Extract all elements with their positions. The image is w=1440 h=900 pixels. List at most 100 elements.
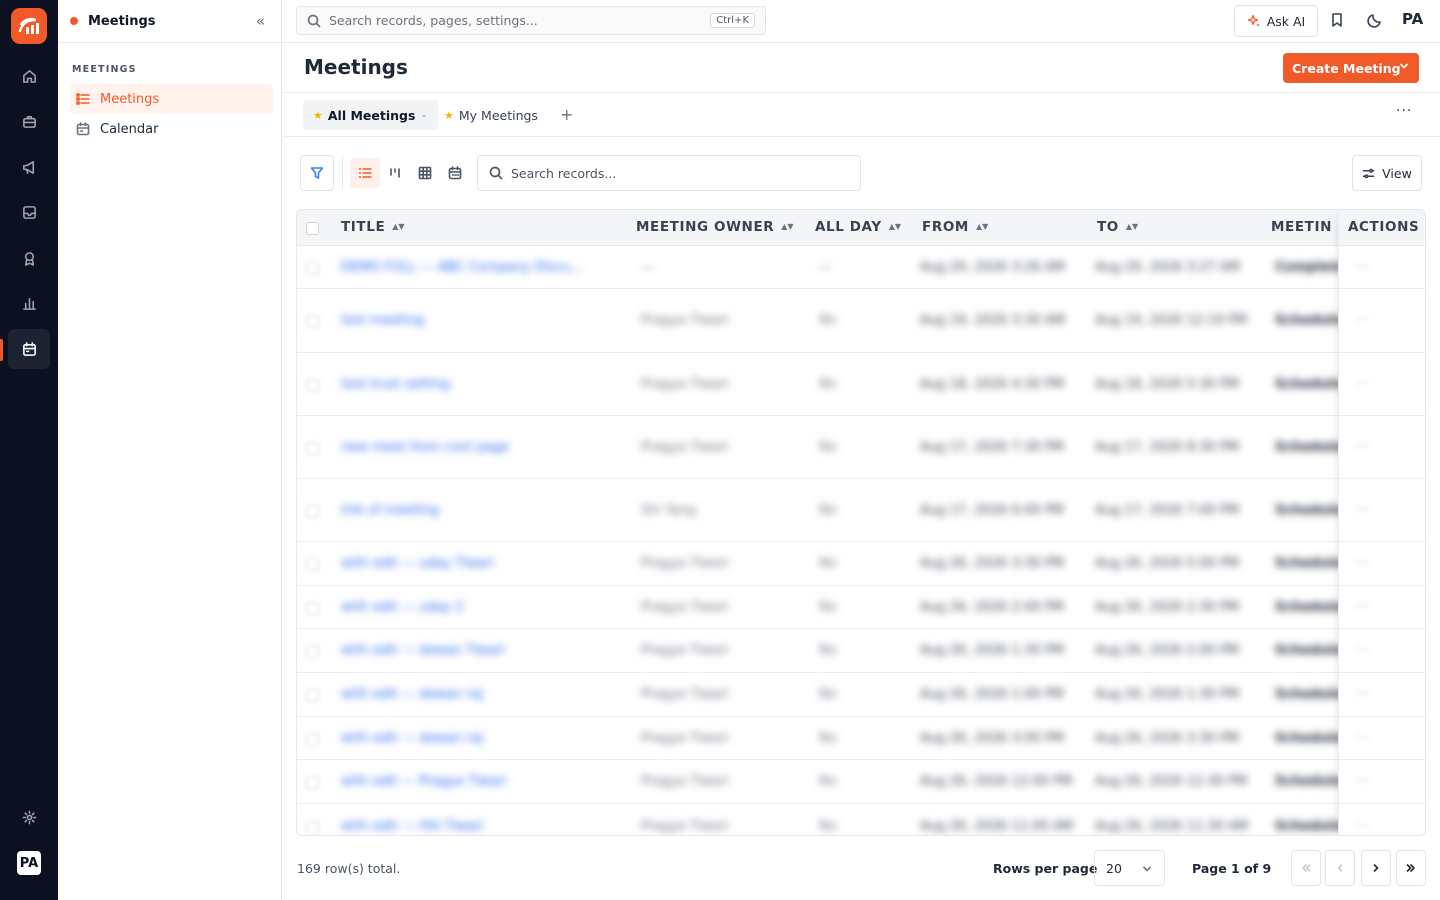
first-page-button[interactable] xyxy=(1291,850,1321,886)
grid-view-button[interactable] xyxy=(410,158,440,188)
tab-my-meetings[interactable]: ★ My Meetings xyxy=(434,100,548,130)
ask-ai-button[interactable]: Ask AI xyxy=(1234,5,1318,37)
cell-title[interactable]: with edit — Hiti Tiwari xyxy=(341,819,484,834)
sort-icon[interactable]: ▲▼ xyxy=(392,222,404,231)
previous-page-button[interactable] xyxy=(1325,850,1355,886)
kanban-view-button[interactable] xyxy=(380,158,410,188)
column-header-meeting-status[interactable]: MEETIN xyxy=(1271,219,1332,235)
cell-title[interactable]: test meeting xyxy=(341,313,424,328)
row-checkbox[interactable] xyxy=(306,776,319,789)
row-actions-menu-icon[interactable]: ··· xyxy=(1356,774,1368,789)
table-row[interactable]: DEMO FULL — ABC Company Discu... — — Aug 29… xyxy=(297,246,1425,289)
rows-per-page-select[interactable]: 20 xyxy=(1094,850,1165,886)
user-avatar[interactable]: PA xyxy=(1402,10,1423,28)
tab-all-meetings[interactable]: ★ All Meetings ⌄ xyxy=(303,100,438,130)
row-actions-menu-icon[interactable]: ··· xyxy=(1356,260,1368,275)
table-row[interactable]: with edit — dewan raj Pragya Tiwari No Aug … xyxy=(297,717,1425,760)
collapse-sidebar-icon[interactable]: « xyxy=(256,12,265,30)
row-actions-menu-icon[interactable]: ··· xyxy=(1356,731,1368,746)
row-actions-menu-icon[interactable]: ··· xyxy=(1356,819,1368,834)
cell-title[interactable]: with edit — uday Tiwari xyxy=(341,556,494,571)
table-row[interactable]: test meeting Pragya Tiwari No Aug 19, 2026 … xyxy=(297,289,1425,353)
rail-meetings[interactable] xyxy=(8,329,50,369)
sort-icon[interactable]: ▲▼ xyxy=(889,222,901,231)
rail-home[interactable] xyxy=(8,56,50,96)
next-page-button[interactable] xyxy=(1361,850,1391,886)
page-title: Meetings xyxy=(304,55,408,79)
row-actions-menu-icon[interactable]: ··· xyxy=(1356,600,1368,615)
sort-icon[interactable]: ▲▼ xyxy=(781,222,793,231)
row-checkbox[interactable] xyxy=(306,505,319,518)
sort-icon[interactable]: ▲▼ xyxy=(976,222,988,231)
chevron-down-icon[interactable]: ⌄ xyxy=(420,110,428,120)
table-row[interactable]: test trust setting Pragya Tiwari No Aug 18,… xyxy=(297,353,1425,416)
create-meeting-button[interactable]: Create Meeting xyxy=(1283,53,1419,83)
cell-meeting-owner: Pragya Tiwari xyxy=(641,774,729,789)
cell-title[interactable]: new meet from cont page xyxy=(341,440,509,455)
row-checkbox[interactable] xyxy=(306,733,319,746)
last-page-button[interactable] xyxy=(1396,850,1426,886)
table-row[interactable]: with edit — Hiti Tiwari Pragya Tiwari No Au… xyxy=(297,804,1425,835)
rail-reports[interactable] xyxy=(8,283,50,323)
table-row[interactable]: link of meeting Shi Yang No Aug 17, 2026 6:… xyxy=(297,479,1425,542)
table-row[interactable]: with edit — dewan raj Pragya Tiwari No Aug … xyxy=(297,673,1425,717)
table-row[interactable]: with edit — uday 2 Pragya Tiwari No Aug 26,… xyxy=(297,586,1425,629)
global-search-input[interactable]: Search records, pages, settings... Ctrl+… xyxy=(296,6,766,35)
sidebar-item-calendar[interactable]: Calendar xyxy=(70,114,273,144)
column-header-title[interactable]: TITLE ▲▼ xyxy=(341,219,405,235)
cell-title[interactable]: with edit — Pragya Tiwari xyxy=(341,774,507,789)
records-search-input[interactable]: Search records... xyxy=(477,155,861,191)
row-actions-menu-icon[interactable]: ··· xyxy=(1356,503,1368,518)
chevron-down-icon[interactable] xyxy=(1399,61,1409,71)
table-row[interactable]: with edit — Pragya Tiwari Pragya Tiwari No… xyxy=(297,760,1425,804)
row-checkbox[interactable] xyxy=(306,379,319,392)
rail-settings[interactable] xyxy=(8,797,50,837)
row-checkbox[interactable] xyxy=(306,442,319,455)
cell-title[interactable]: with edit — uday 2 xyxy=(341,600,464,615)
cell-title[interactable]: with edit — dewan raj xyxy=(341,731,483,746)
app-logo-icon[interactable] xyxy=(11,8,47,44)
rail-inbox[interactable] xyxy=(8,192,50,232)
sidebar-item-meetings[interactable]: Meetings xyxy=(70,84,273,114)
filter-button[interactable] xyxy=(300,155,334,191)
cell-title[interactable]: DEMO FULL — ABC Company Discu... xyxy=(341,260,583,275)
column-header-meeting-owner[interactable]: MEETING OWNER ▲▼ xyxy=(636,219,794,235)
row-actions-menu-icon[interactable]: ··· xyxy=(1356,687,1368,702)
view-settings-button[interactable]: View xyxy=(1352,155,1422,191)
cell-title[interactable]: with edit — dewan Tiwari xyxy=(341,643,505,658)
row-checkbox[interactable] xyxy=(306,821,319,834)
column-header-from[interactable]: FROM ▲▼ xyxy=(922,219,988,235)
row-checkbox[interactable] xyxy=(306,558,319,571)
rail-briefcase[interactable] xyxy=(8,101,50,141)
sort-icon[interactable]: ▲▼ xyxy=(1126,222,1138,231)
rail-user-avatar[interactable]: PA xyxy=(17,851,41,875)
column-header-to[interactable]: TO ▲▼ xyxy=(1097,219,1138,235)
row-checkbox[interactable] xyxy=(306,262,319,275)
select-all-checkbox[interactable] xyxy=(306,222,319,235)
row-actions-menu-icon[interactable]: ··· xyxy=(1356,377,1368,392)
row-actions-menu-icon[interactable]: ··· xyxy=(1356,556,1368,571)
table-row[interactable]: new meet from cont page Pragya Tiwari No Au… xyxy=(297,416,1425,479)
row-actions-menu-icon[interactable]: ··· xyxy=(1356,643,1368,658)
rail-campaigns[interactable] xyxy=(8,147,50,187)
cell-title[interactable]: test trust setting xyxy=(341,377,450,392)
column-header-all-day[interactable]: ALL DAY ▲▼ xyxy=(815,219,901,235)
calendar-view-button[interactable] xyxy=(440,158,470,188)
row-checkbox[interactable] xyxy=(306,689,319,702)
list-view-button[interactable] xyxy=(350,158,380,188)
row-checkbox[interactable] xyxy=(306,315,319,328)
cell-title[interactable]: link of meeting xyxy=(341,503,439,518)
moon-icon xyxy=(1367,14,1381,28)
row-checkbox[interactable] xyxy=(306,602,319,615)
row-checkbox[interactable] xyxy=(306,645,319,658)
more-options-icon[interactable]: ··· xyxy=(1396,103,1412,119)
table-row[interactable]: with edit — uday Tiwari Pragya Tiwari No Au… xyxy=(297,542,1425,586)
table-row[interactable]: with edit — dewan Tiwari Pragya Tiwari No A… xyxy=(297,629,1425,673)
theme-toggle-button[interactable] xyxy=(1367,12,1385,30)
add-tab-icon[interactable]: + xyxy=(560,105,573,124)
row-actions-menu-icon[interactable]: ··· xyxy=(1356,440,1368,455)
bookmark-button[interactable] xyxy=(1329,12,1347,30)
rail-awards[interactable] xyxy=(8,238,50,278)
row-actions-menu-icon[interactable]: ··· xyxy=(1356,313,1368,328)
cell-title[interactable]: with edit — dewan raj xyxy=(341,687,483,702)
